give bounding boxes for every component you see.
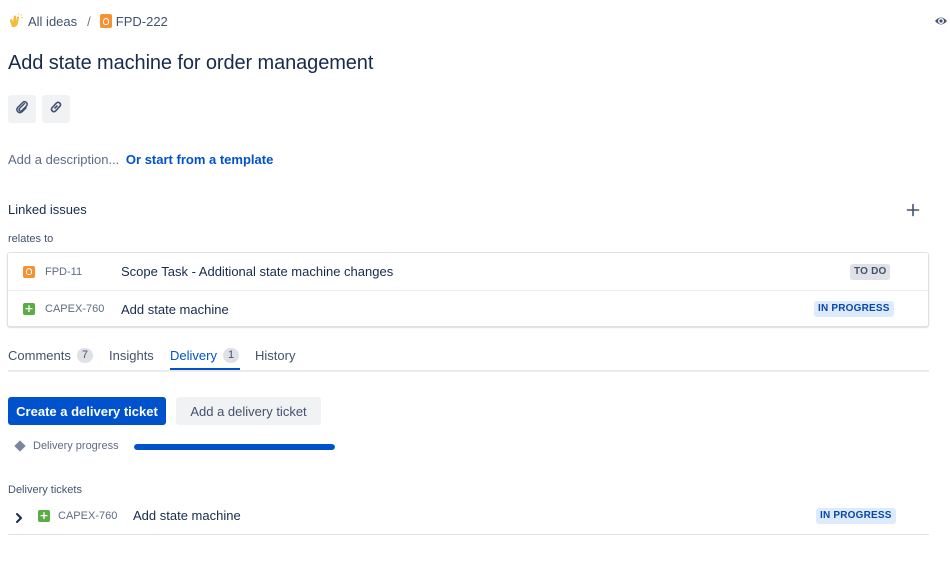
delivery-ticket-summary[interactable]: Add state machine [133, 508, 241, 523]
tab-label: Delivery [170, 348, 217, 363]
tab-count: 1 [222, 348, 240, 363]
idea-bulb-icon [23, 265, 35, 278]
breadcrumb-issue[interactable]: FPD-222 [99, 13, 168, 29]
add-linked-issue-plus-icon[interactable] [905, 202, 921, 218]
link-icon [48, 99, 64, 120]
delivery-progress-label: Delivery progress [14, 440, 119, 452]
tab-insights[interactable]: Insights [109, 348, 154, 363]
status-badge: IN PROGRESS [814, 301, 894, 317]
tab-delivery[interactable]: Delivery 1 [170, 348, 240, 363]
breadcrumb-all-ideas[interactable]: All ideas [8, 13, 77, 29]
breadcrumb-all-ideas-label: All ideas [28, 13, 78, 29]
attach-button[interactable] [8, 95, 36, 123]
create-delivery-ticket-button[interactable]: Create a delivery ticket [8, 397, 166, 425]
delivery-ticket-key[interactable]: CAPEX-760 [58, 510, 117, 522]
tab-label: Insights [109, 348, 154, 363]
tab-history[interactable]: History [255, 348, 295, 363]
breadcrumb: All ideas / FPD-222 [8, 12, 168, 30]
delivery-progress-text: Delivery progress [33, 440, 119, 452]
tab-label: Comments [8, 348, 71, 363]
linked-issue-row[interactable]: FPD-11 Scope Task - Additional state mac… [8, 253, 928, 290]
tab-label: History [255, 348, 296, 363]
active-tab-indicator [170, 368, 240, 370]
idea-bulb-icon [99, 14, 112, 28]
delivery-progress-bar [134, 444, 335, 450]
tab-comments[interactable]: Comments 7 [8, 348, 93, 363]
template-link[interactable]: Or start from a template [126, 152, 273, 167]
description-field[interactable]: Add a description... Or start from a tem… [8, 152, 273, 167]
tab-count: 7 [76, 348, 93, 363]
clapping-hands-icon [8, 13, 24, 29]
tab-bar: Comments 7 Insights Delivery 1 History [8, 340, 929, 372]
linked-issue-row[interactable]: CAPEX-760 Add state machine IN PROGRESS [8, 290, 928, 327]
link-issue-button[interactable] [42, 95, 70, 123]
delivery-progress-fill [134, 444, 335, 450]
page-title[interactable]: Add state machine for order management [8, 52, 373, 75]
delivery-tickets-heading: Delivery tickets [8, 484, 82, 496]
status-badge: TO DO [850, 263, 891, 280]
breadcrumb-separator: / [87, 13, 91, 29]
linked-issue-key[interactable]: FPD-11 [45, 266, 82, 278]
plus-square-icon [38, 510, 50, 522]
chevron-right-icon[interactable] [14, 511, 24, 525]
linked-issue-summary[interactable]: Add state machine [121, 302, 229, 317]
add-delivery-ticket-button[interactable]: Add a delivery ticket [176, 397, 321, 425]
delivery-ticket-row[interactable]: CAPEX-760 Add state machine IN PROGRESS [8, 502, 929, 535]
diamond-icon [14, 440, 26, 452]
breadcrumb-issue-key: FPD-222 [115, 13, 168, 29]
relation-label: relates to [8, 233, 54, 245]
description-placeholder: Add a description... [8, 152, 120, 167]
linked-issues-list: FPD-11 Scope Task - Additional state mac… [7, 252, 929, 327]
linked-issues-heading: Linked issues [8, 202, 87, 217]
eye-icon[interactable] [934, 12, 950, 30]
plus-square-icon [23, 303, 35, 315]
linked-issue-summary[interactable]: Scope Task - Additional state machine ch… [121, 264, 393, 279]
status-badge: IN PROGRESS [816, 508, 896, 524]
linked-issue-key[interactable]: CAPEX-760 [45, 303, 104, 315]
paperclip-icon [14, 99, 30, 120]
